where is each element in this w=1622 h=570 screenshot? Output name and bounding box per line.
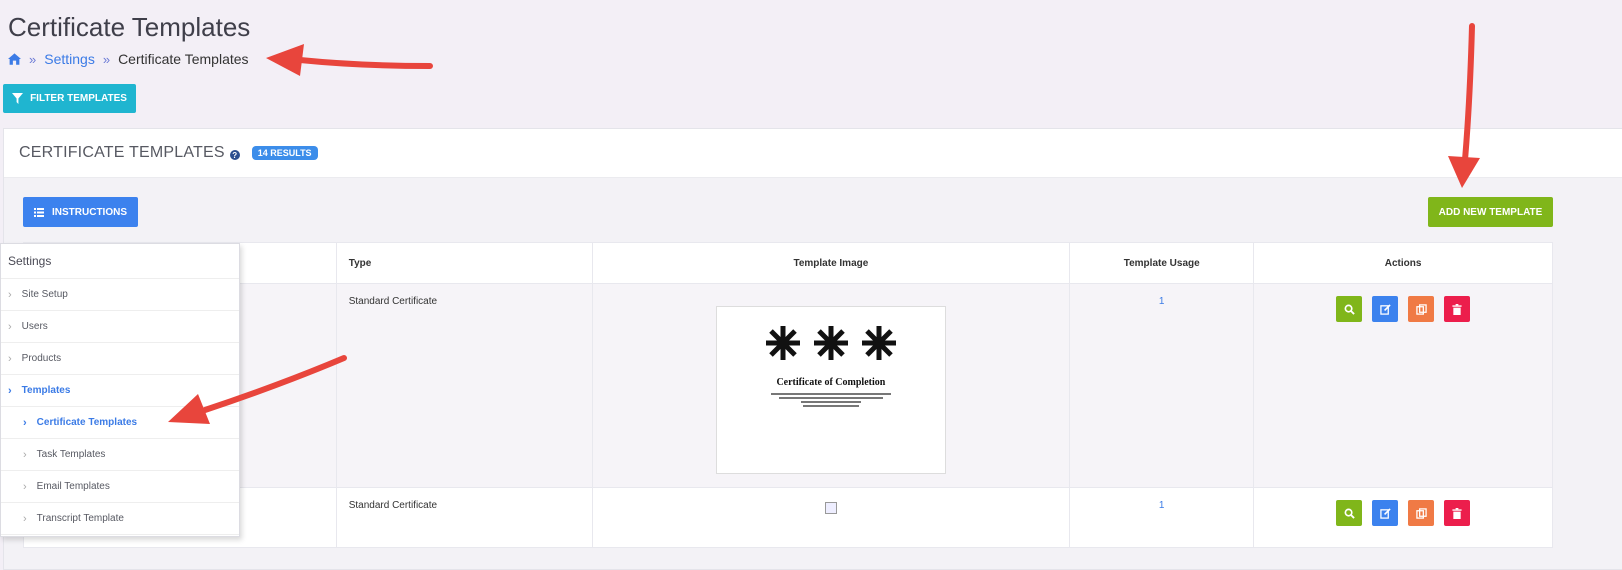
trash-icon [1452, 303, 1462, 315]
broken-image-icon [824, 502, 837, 514]
instructions-button[interactable]: INSTRUCTIONS [23, 197, 138, 227]
chevron-right-icon: › [23, 512, 27, 525]
chevron-right-icon: › [23, 416, 27, 429]
menu-item-label: Certificate Templates [36, 417, 138, 428]
starburst-icon [813, 326, 848, 360]
starburst-icon [861, 326, 896, 360]
menu-item-task-templates[interactable]: › Task Templates [1, 439, 239, 471]
menu-item-transcript-template[interactable]: › Transcript Template [1, 503, 239, 535]
menu-item-products[interactable]: › Products [1, 343, 239, 375]
menu-item-label: Email Templates [36, 481, 110, 492]
annotation-arrow-breadcrumb [266, 44, 433, 76]
chevron-right-icon: › [23, 480, 27, 493]
filter-templates-button[interactable]: FILTER TEMPLATES [3, 84, 136, 113]
type-cell: Standard Certificate [335, 283, 593, 488]
trash-icon [1452, 507, 1462, 519]
table-header-row: Type Template Image Template Usage Actio… [23, 242, 1553, 284]
column-header-usage[interactable]: Template Usage [1069, 242, 1255, 284]
breadcrumb: » Settings » Certificate Templates [8, 51, 249, 67]
chevron-right-icon: › [8, 352, 12, 365]
certificate-thumbnail[interactable]: Certificate of Completion [715, 306, 946, 474]
menu-item-site-setup[interactable]: › Site Setup [1, 279, 239, 311]
search-icon [1344, 508, 1355, 519]
breadcrumb-settings-link[interactable]: Settings [44, 51, 95, 67]
menu-item-label: Task Templates [36, 449, 106, 460]
menu-item-label: Transcript Template [36, 513, 124, 524]
template-image-cell: Certificate of Completion [591, 283, 1071, 488]
instructions-label: INSTRUCTIONS [52, 206, 127, 218]
chevron-right-icon: › [8, 288, 12, 301]
menu-item-label: Users [21, 321, 48, 332]
template-image-cell [591, 487, 1071, 548]
panel-body: INSTRUCTIONS ADD NEW TEMPLATE Type Templ… [4, 178, 1622, 569]
delete-button[interactable] [1444, 500, 1471, 526]
edit-icon [1379, 507, 1391, 519]
panel-header: CERTIFICATE TEMPLATES ? 14 RESULTS [4, 129, 1622, 178]
page-title: Certificate Templates [8, 12, 251, 42]
copy-icon [1415, 303, 1427, 315]
certificate-fine-print [717, 393, 945, 407]
list-icon [34, 207, 44, 217]
panel-title: CERTIFICATE TEMPLATES [19, 144, 225, 161]
filter-templates-label: FILTER TEMPLATES [30, 93, 127, 104]
actions-cell [1253, 283, 1553, 488]
menu-header: Settings [1, 244, 239, 279]
home-icon[interactable] [8, 53, 21, 65]
breadcrumb-separator: » [29, 51, 37, 67]
menu-item-certificate-templates[interactable]: › Certificate Templates [1, 407, 239, 439]
usage-link[interactable]: 1 [1069, 487, 1255, 548]
templates-panel: CERTIFICATE TEMPLATES ? 14 RESULTS INSTR… [3, 128, 1622, 570]
results-badge: 14 RESULTS [251, 146, 318, 160]
add-new-template-button[interactable]: ADD NEW TEMPLATE [1428, 197, 1553, 227]
view-button[interactable] [1336, 500, 1363, 526]
menu-item-label: Site Setup [21, 289, 68, 300]
breadcrumb-separator: » [102, 51, 111, 67]
certificate-title: Certificate of Completion [776, 377, 886, 388]
table-row: Standard Certificate 1 [23, 487, 1553, 548]
menu-item-users[interactable]: › Users [1, 311, 239, 343]
menu-item-templates[interactable]: › Templates [1, 375, 239, 407]
edit-icon [1379, 303, 1391, 315]
usage-link[interactable]: 1 [1069, 283, 1255, 488]
chevron-right-icon: › [8, 384, 12, 397]
starburst-icon [765, 326, 800, 360]
edit-button[interactable] [1372, 296, 1399, 322]
copy-button[interactable] [1408, 296, 1435, 322]
copy-icon [1415, 507, 1427, 519]
templates-table: Type Template Image Template Usage Actio… [23, 242, 1553, 548]
menu-item-label: Products [21, 353, 62, 364]
chevron-right-icon: › [23, 448, 27, 461]
search-icon [1344, 304, 1355, 315]
menu-item-label: Templates [21, 385, 71, 396]
column-header-actions: Actions [1253, 242, 1553, 284]
help-icon[interactable]: ? [229, 150, 240, 160]
breadcrumb-current: Certificate Templates [118, 51, 249, 67]
edit-button[interactable] [1372, 500, 1399, 526]
column-header-type[interactable]: Type [335, 242, 593, 284]
table-row: Standard Certificate Certificate of Comp… [23, 283, 1553, 488]
chevron-right-icon: › [8, 320, 12, 333]
filter-icon [12, 93, 24, 104]
settings-dropdown-menu: Settings › Site Setup › Users › Products… [0, 243, 240, 537]
certificate-logos [717, 325, 945, 361]
menu-item-email-templates[interactable]: › Email Templates [1, 471, 239, 503]
actions-cell [1253, 487, 1553, 548]
view-button[interactable] [1336, 296, 1363, 322]
copy-button[interactable] [1408, 500, 1435, 526]
delete-button[interactable] [1444, 296, 1471, 322]
type-cell: Standard Certificate [335, 487, 593, 548]
column-header-image[interactable]: Template Image [591, 242, 1071, 284]
